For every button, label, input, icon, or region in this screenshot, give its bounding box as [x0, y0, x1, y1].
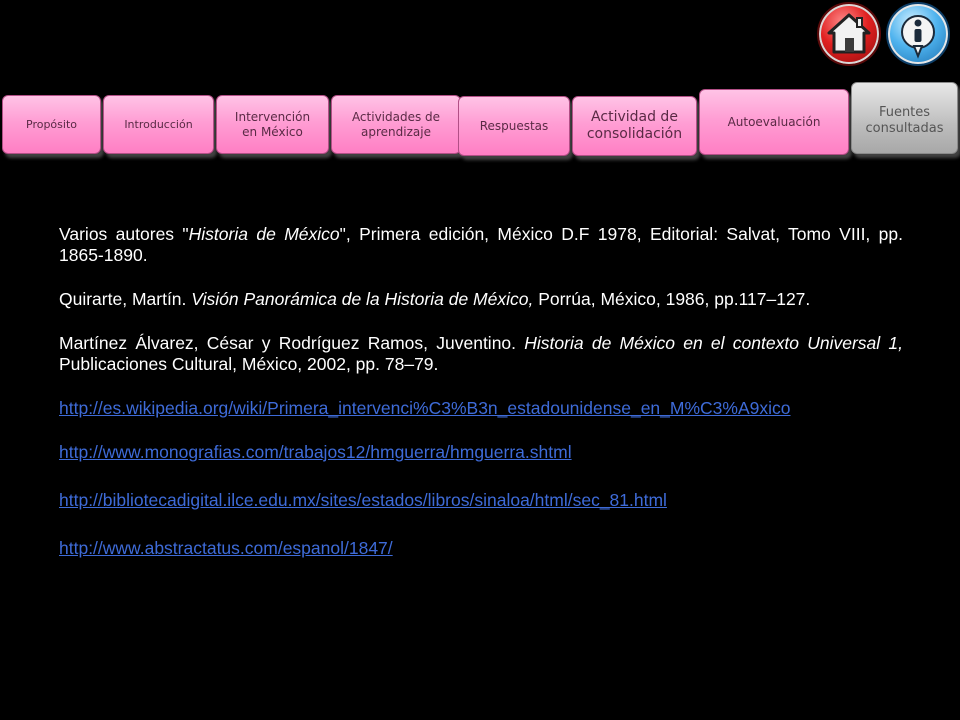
reference-post: Porrúa, México, 1986, pp.117–127.	[533, 289, 811, 309]
references-list: Varios autores "Historia de México", Pri…	[59, 224, 903, 582]
tab-intervencion-en-mexico[interactable]: Intervención en México	[216, 95, 329, 154]
reference-pre: Quirarte, Martín.	[59, 289, 192, 309]
reference-item: Varios autores "Historia de México", Pri…	[59, 224, 903, 266]
reference-link-wikipedia[interactable]: http://es.wikipedia.org/wiki/Primera_int…	[59, 398, 903, 419]
reference-post: Publicaciones Cultural, México, 2002, pp…	[59, 354, 439, 374]
tab-label: Actividades de aprendizaje	[351, 109, 441, 139]
tab-introduccion[interactable]: Introducción	[103, 95, 214, 154]
reference-link-item: http://www.monografias.com/trabajos12/hm…	[59, 442, 903, 463]
tab-label: Intervención en México	[234, 109, 311, 139]
tab-label: Introducción	[124, 117, 193, 131]
reference-item: Quirarte, Martín. Visión Panorámica de l…	[59, 289, 903, 310]
tab-label: Propósito	[26, 117, 77, 131]
tab-fuentes-consultadas[interactable]: Fuentes consultadas	[851, 82, 958, 154]
home-icon	[827, 13, 871, 54]
reference-pre: Martínez Álvarez, César y Rodríguez Ramo…	[59, 333, 525, 353]
reference-title: Historia de México	[188, 224, 340, 244]
reference-link-item: http://es.wikipedia.org/wiki/Primera_int…	[59, 398, 903, 419]
tab-actividades-de-aprendizaje[interactable]: Actividades de aprendizaje	[331, 95, 461, 154]
home-button[interactable]	[817, 2, 881, 66]
info-icon	[901, 15, 935, 59]
reference-link-item: http://bibliotecadigital.ilce.edu.mx/sit…	[59, 490, 903, 511]
info-button[interactable]	[886, 2, 950, 66]
reference-link-bibliotecadigital[interactable]: http://bibliotecadigital.ilce.edu.mx/sit…	[59, 490, 903, 511]
tab-label: Autoevaluación	[727, 114, 821, 129]
tab-label: Respuestas	[479, 118, 549, 133]
tab-autoevaluacion[interactable]: Autoevaluación	[699, 89, 849, 155]
reference-link-item: http://www.abstractatus.com/espanol/1847…	[59, 538, 903, 559]
tab-label: Fuentes consultadas	[865, 105, 944, 137]
reference-title: Historia de México en el contexto Univer…	[524, 333, 903, 353]
reference-link-abstractatus[interactable]: http://www.abstractatus.com/espanol/1847…	[59, 538, 903, 559]
tab-actividad-de-consolidacion[interactable]: Actividad de consolidación	[572, 96, 697, 156]
tab-respuestas[interactable]: Respuestas	[458, 96, 570, 156]
tab-proposito[interactable]: Propósito	[2, 95, 101, 154]
reference-link-monografias[interactable]: http://www.monografias.com/trabajos12/hm…	[59, 442, 903, 463]
tab-label: Actividad de consolidación	[586, 108, 683, 143]
reference-pre: Varios autores "	[59, 224, 189, 244]
reference-item: Martínez Álvarez, César y Rodríguez Ramo…	[59, 333, 903, 375]
reference-title: Visión Panorámica de la Historia de Méxi…	[191, 289, 534, 309]
